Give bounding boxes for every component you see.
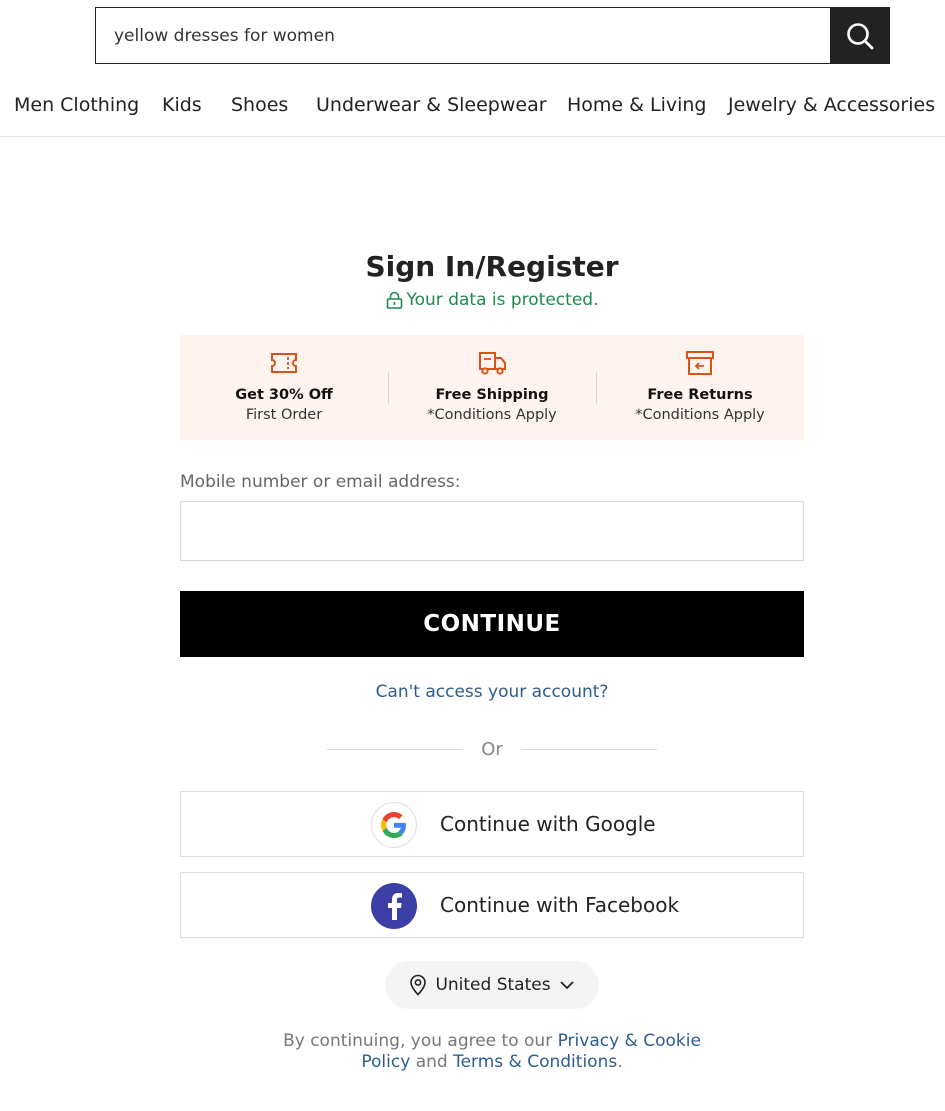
category-nav: Men Clothing Kids Shoes Underwear & Slee… xyxy=(0,82,945,137)
nav-item-kids[interactable]: Kids xyxy=(162,94,202,116)
benefit-returns: Free Returns *Conditions Apply xyxy=(596,335,804,440)
search-button[interactable] xyxy=(830,7,890,64)
coupon-icon xyxy=(271,353,297,373)
benefit-subtitle: *Conditions Apply xyxy=(427,407,557,423)
continue-button[interactable]: CONTINUE xyxy=(180,591,804,657)
country-label: United States xyxy=(435,975,551,995)
lock-icon xyxy=(386,291,402,309)
email-field[interactable] xyxy=(180,501,804,561)
privacy-policy-link-continued[interactable]: Policy xyxy=(361,1052,410,1072)
truck-icon xyxy=(479,352,506,375)
email-field-label: Mobile number or email address: xyxy=(180,472,461,492)
search-input[interactable] xyxy=(95,7,830,64)
country-selector[interactable]: United States xyxy=(385,961,599,1009)
google-signin-button[interactable]: Continue with Google xyxy=(180,791,804,857)
google-icon xyxy=(371,802,417,848)
legal-and: and xyxy=(410,1052,454,1072)
nav-item-shoes[interactable]: Shoes xyxy=(231,94,288,116)
nav-item-underwear-sleepwear[interactable]: Underwear & Sleepwear xyxy=(316,94,547,116)
legal-prefix: By continuing, you agree to our xyxy=(283,1031,558,1051)
chevron-down-icon xyxy=(559,981,574,990)
benefit-title: Free Returns xyxy=(647,387,753,403)
or-divider: Or xyxy=(327,739,657,763)
benefit-subtitle: First Order xyxy=(245,407,323,423)
privacy-policy-link[interactable]: Privacy & Cookie xyxy=(558,1031,701,1051)
benefit-shipping: Free Shipping *Conditions Apply xyxy=(388,335,596,440)
benefits-banner: Get 30% Off First Order Free Shipping *C… xyxy=(180,335,804,440)
facebook-signin-label: Continue with Facebook xyxy=(440,893,680,917)
legal-suffix: . xyxy=(617,1052,623,1072)
benefit-subtitle: *Conditions Apply xyxy=(635,407,765,423)
data-protected-notice: Your data is protected. xyxy=(0,290,945,310)
facebook-icon xyxy=(371,883,417,929)
cant-access-link[interactable]: Can't access your account? xyxy=(0,682,945,702)
benefit-discount: Get 30% Off First Order xyxy=(180,335,388,440)
facebook-signin-button[interactable]: Continue with Facebook xyxy=(180,872,804,938)
nav-item-men-clothing[interactable]: Men Clothing xyxy=(14,94,139,116)
google-signin-label: Continue with Google xyxy=(440,812,656,836)
page-title: Sign In/Register xyxy=(365,250,619,283)
divider-line xyxy=(521,749,657,750)
legal-notice: By continuing, you agree to our Privacy … xyxy=(0,1031,945,1073)
search-icon xyxy=(847,22,874,49)
terms-conditions-link[interactable]: Terms & Conditions xyxy=(453,1052,617,1072)
return-box-icon xyxy=(686,351,714,375)
nav-item-home-living[interactable]: Home & Living xyxy=(567,94,707,116)
location-pin-icon xyxy=(410,974,427,996)
benefit-title: Free Shipping xyxy=(435,387,549,403)
benefit-title: Get 30% Off xyxy=(235,387,333,403)
nav-item-jewelry-accessories[interactable]: Jewelry & Accessories xyxy=(728,94,935,116)
search-bar xyxy=(95,7,890,64)
protected-text: Your data is protected. xyxy=(406,290,599,310)
